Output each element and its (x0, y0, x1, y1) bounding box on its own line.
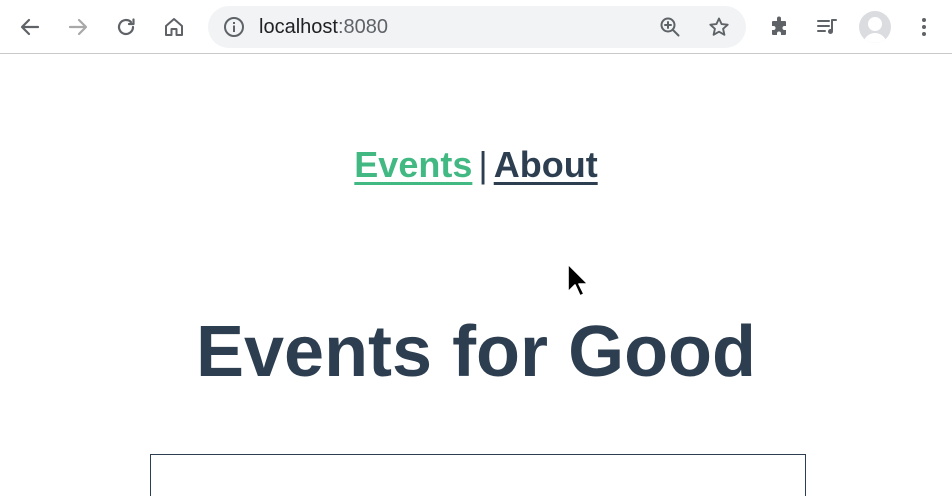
media-button[interactable] (809, 9, 845, 45)
page-title: Events for Good (195, 312, 757, 392)
media-queue-icon (817, 19, 837, 34)
event-card[interactable] (150, 454, 806, 496)
address-bar[interactable]: localhost:8080 (208, 6, 746, 48)
url-host: localhost (259, 16, 338, 38)
reload-icon (117, 18, 135, 36)
nav-link-events[interactable]: Events (354, 144, 472, 185)
nav-link-about[interactable]: About (494, 144, 598, 185)
puzzle-icon (772, 16, 786, 35)
url-text[interactable]: localhost:8080 (259, 6, 388, 48)
menu-button[interactable] (906, 9, 942, 45)
extensions-button[interactable] (761, 9, 797, 45)
url-port: :8080 (337, 16, 388, 38)
back-button[interactable] (12, 9, 48, 45)
arrow-right-icon (68, 18, 88, 36)
site-nav: Events | About (0, 143, 952, 187)
mouse-cursor-icon (567, 263, 589, 297)
avatar[interactable] (859, 11, 891, 43)
home-icon (165, 18, 183, 36)
reload-button[interactable] (108, 9, 144, 45)
home-button[interactable] (156, 9, 192, 45)
info-icon[interactable] (222, 15, 246, 39)
zoom-in-icon[interactable] (658, 15, 682, 39)
forward-button[interactable] (60, 9, 96, 45)
profile-icon (863, 17, 887, 43)
nav-separator: | (478, 144, 488, 185)
browser-toolbar: localhost:8080 (0, 0, 952, 54)
arrow-left-icon (20, 18, 40, 36)
kebab-menu-icon (922, 18, 926, 36)
star-icon[interactable] (707, 15, 731, 39)
